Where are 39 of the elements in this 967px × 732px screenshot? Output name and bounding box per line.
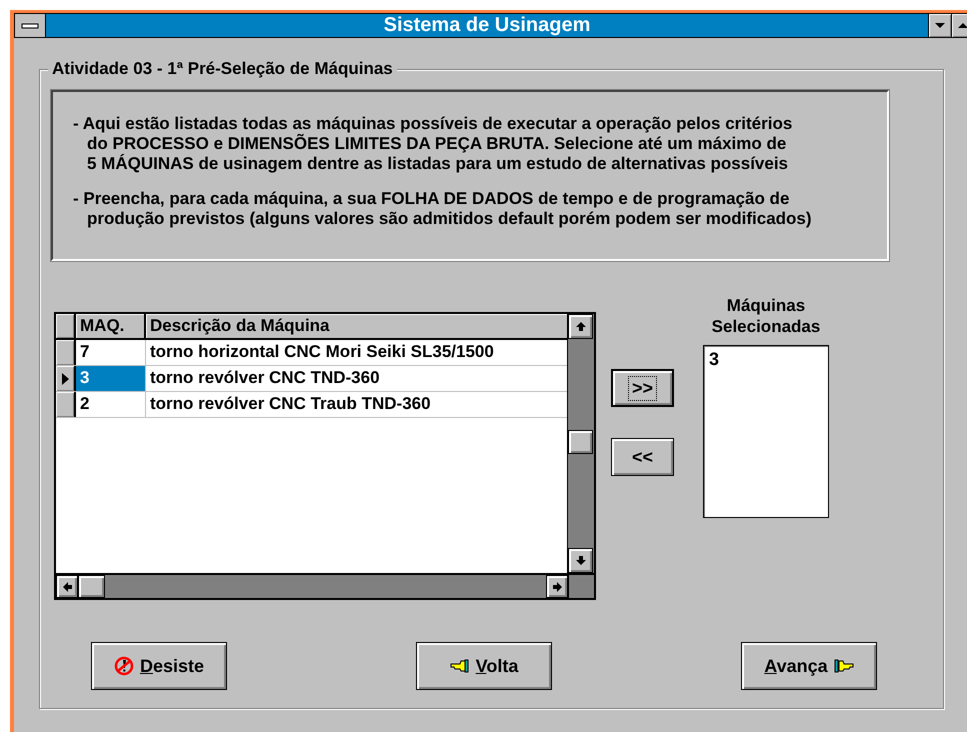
list-label: Máquinas Selecionadas (710, 295, 822, 337)
pointing-hand-icon (450, 657, 470, 675)
down-arrow-icon (576, 556, 586, 565)
row-header[interactable] (56, 392, 76, 417)
row-pointer-icon (62, 372, 68, 384)
table-cell: 3 (76, 366, 146, 391)
scroll-thumb[interactable] (568, 430, 593, 454)
selected-machines-list[interactable]: 3 (703, 345, 829, 518)
window-title: Sistema de Usinagem (382, 14, 592, 37)
pointing-hand-icon (834, 657, 854, 675)
no-entry-icon (114, 656, 134, 676)
table-cell: 7 (76, 340, 146, 365)
scroll-thumb[interactable] (78, 575, 105, 598)
next-button[interactable]: Avança (741, 642, 877, 690)
scroll-down-button[interactable] (568, 548, 593, 573)
right-arrow-icon (552, 582, 562, 592)
row-header[interactable] (56, 340, 76, 365)
column-header[interactable]: MAQ. (76, 314, 146, 338)
group-label: Atividade 03 - 1ª Pré-Seleção de Máquinas (48, 59, 397, 79)
instruction-text: - Preencha, para cada máquina, a sua FOLHA DE DADOS de tempo e de programação de produção previstos (alguns valores são admitidos default porém podem ser modificados) (73, 189, 813, 229)
minimize-button[interactable] (928, 14, 951, 37)
system-menu-button[interactable] (15, 14, 46, 37)
scroll-left-button[interactable] (56, 575, 78, 598)
list-item[interactable]: 3 (709, 349, 823, 369)
column-header[interactable]: Descrição da Máquina (146, 314, 568, 338)
left-arrow-icon (62, 582, 72, 592)
back-button[interactable]: Volta (416, 642, 552, 690)
up-arrow-icon (576, 322, 586, 331)
table-cell: 2 (76, 392, 146, 417)
scroll-up-button[interactable] (568, 314, 593, 339)
remove-button[interactable]: << (611, 438, 674, 476)
row-header[interactable] (56, 366, 76, 391)
scroll-right-button[interactable] (546, 575, 568, 598)
instruction-text: - Aqui estão listadas todas as máquinas possíveis de executar a operação pelos critérios do PROCESSO e DIMENSÕES LIMITES DA PEÇA BRUTA. Selecione até um máximo de 5 MÁQUINAS de usinagem dentre as listadas para um estudo de alternativas possíveis (73, 114, 794, 174)
down-triangle-icon (935, 23, 945, 28)
add-button[interactable]: >> (611, 369, 674, 407)
up-triangle-icon (958, 23, 967, 28)
system-menu-icon (21, 22, 39, 28)
cancel-button[interactable]: Desiste (91, 642, 227, 690)
